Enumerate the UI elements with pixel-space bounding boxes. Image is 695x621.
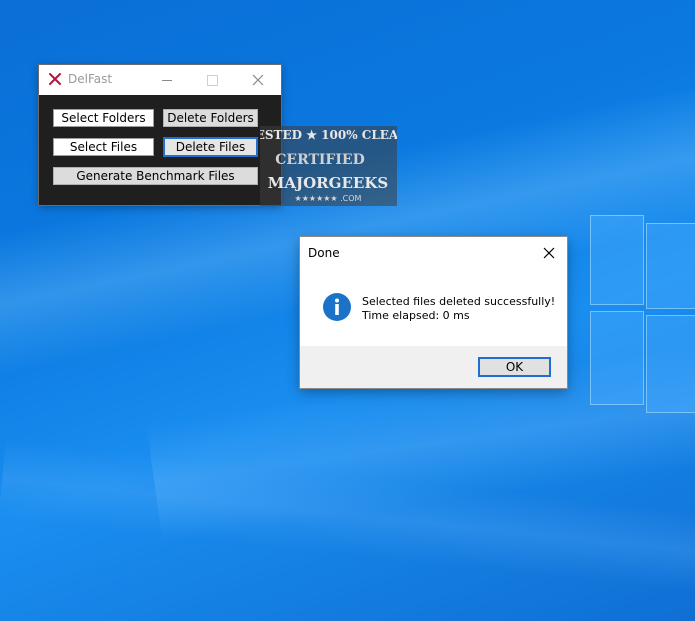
dialog-message: Selected files deleted successfully! Tim… [362, 295, 555, 323]
delete-folders-button[interactable]: Delete Folders [163, 109, 258, 127]
select-files-button[interactable]: Select Files [53, 138, 154, 156]
close-icon [543, 247, 555, 259]
maximize-icon [206, 74, 218, 86]
maximize-button[interactable] [189, 65, 235, 95]
info-icon [323, 293, 351, 321]
delfast-x-icon [49, 73, 61, 85]
majorgeeks-watermark: TESTED ★ 100% CLEAN CERTIFIED MAJORGEEKS… [260, 126, 397, 206]
dialog-title: Done [308, 246, 340, 260]
watermark-line1: TESTED ★ 100% CLEAN [260, 128, 397, 142]
close-button[interactable] [235, 65, 281, 95]
generate-benchmark-files-button[interactable]: Generate Benchmark Files [53, 167, 258, 185]
watermark-line2: CERTIFIED [275, 152, 364, 168]
watermark-line4: ★★★★★★ .COM [295, 194, 362, 203]
delfast-titlebar[interactable]: DelFast [39, 65, 281, 95]
delfast-window: DelFast Select Folders Delete Folders Se… [39, 65, 281, 205]
select-folders-button[interactable]: Select Folders [53, 109, 154, 127]
minimize-icon [162, 79, 172, 81]
windows-logo-decoration [590, 215, 695, 475]
ok-button[interactable]: OK [478, 357, 551, 377]
dialog-message-line2: Time elapsed: 0 ms [362, 309, 470, 322]
minimize-button[interactable] [144, 65, 190, 95]
dialog-footer: OK [300, 346, 567, 388]
watermark-line3: MAJORGEEKS [268, 174, 388, 192]
delete-files-button[interactable]: Delete Files [163, 137, 258, 157]
window-title: DelFast [68, 72, 113, 86]
dialog-message-line1: Selected files deleted successfully! [362, 295, 556, 308]
dialog-close-button[interactable] [540, 244, 558, 262]
close-icon [252, 74, 264, 86]
done-dialog: Done Selected files deleted successfully… [300, 237, 567, 388]
